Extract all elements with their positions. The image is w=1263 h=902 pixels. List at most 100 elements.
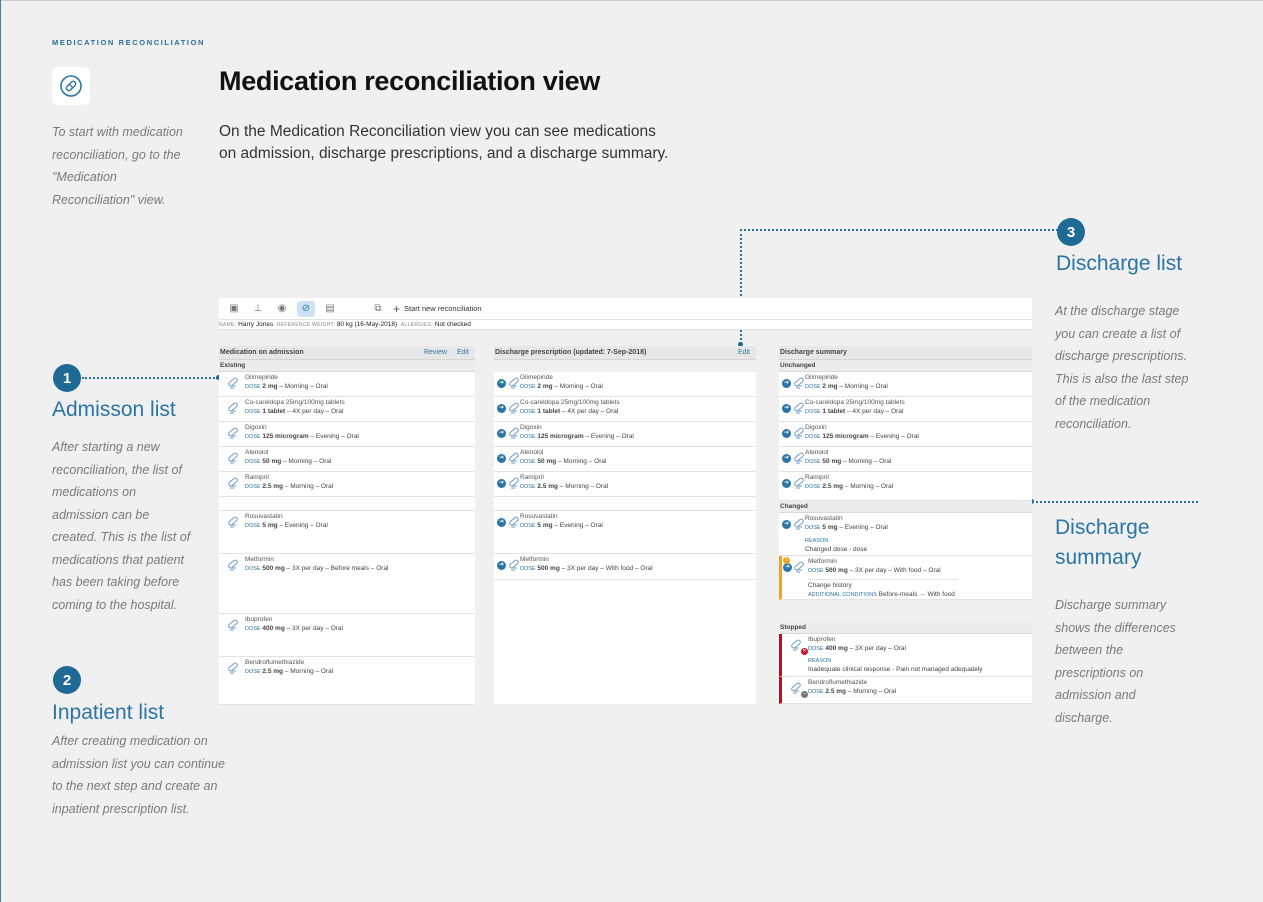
list-item[interactable]: ➜ Digoxin DOSE 125 microgram – Evening – O… [494,422,756,447]
note-line: reconciliation. [1055,416,1132,431]
list-item[interactable]: Bendroflumethiazide DOSE 2.5 mg – Morning… [219,657,475,705]
list-item[interactable]: ➜ Ramipril DOSE 2.5 mg – Morning – Oral [779,472,1032,501]
note-line: created. This is the list of [52,530,191,544]
dose-value: 500 mg [537,564,560,572]
list-item[interactable]: – Bendroflumethiazide DOSE 2.5 mg – Mornin… [779,677,1032,704]
list-item[interactable]: ➜ Rosuvastatin DOSE 5 mg – Evening – Oral R… [779,513,1032,556]
list-item[interactable]: ➜ Digoxin DOSE 125 microgram – Evening – O… [779,422,1032,447]
changed-group: Changed [779,501,1032,513]
list-item[interactable]: ➜ Atenolol DOSE 50 mg – Morning – Oral [494,447,756,472]
med-name: Metformin [245,556,274,563]
change-history[interactable]: Change history [808,579,958,591]
list-item[interactable]: ✕ Ibuprofen DOSE 400 mg – 3X per day – Ora… [779,634,1032,677]
med-name: Rosuvastatin [245,513,283,520]
list-item[interactable]: Glimepiride DOSE 2 mg – Morning – Oral [219,372,475,397]
list-item[interactable]: ➜ Glimepiride DOSE 2 mg – Morning – Oral [779,372,1032,397]
note-line: Reconciliation" view. [52,192,166,207]
dose-detail: – 3X per day – Oral [847,644,906,652]
dose-key: DOSE [245,625,261,632]
dose-value: 400 mg [825,644,848,652]
list-item[interactable]: Digoxin DOSE 125 microgram – Evening – Or… [219,422,475,447]
admission-list: Glimepiride DOSE 2 mg – Morning – Oral Co… [219,372,475,705]
edit-link[interactable]: Edit [457,346,469,359]
med-name: Glimepiride [520,374,553,381]
overview-icon[interactable]: ▣ [225,301,243,317]
document-icon[interactable]: ▤ [321,301,339,317]
dose-key: DOSE [245,483,261,490]
list-item[interactable]: Rosuvastatin DOSE 5 mg – Evening – Oral [219,511,475,554]
connector-line-1 [82,377,218,379]
dose-detail: – Morning – Oral [281,457,332,465]
title-line: Discharge [1055,516,1150,539]
note-line: At the discharge stage [1055,304,1180,318]
list-item[interactable]: Metformin DOSE 500 mg – 3X per day – Befo… [219,554,475,614]
changed-list: ➜ Rosuvastatin DOSE 5 mg – Evening – Oral R… [779,513,1032,600]
list-item[interactable]: Atenolol DOSE 50 mg – Morning – Oral [219,447,475,472]
dose-detail: – Morning – Oral [283,667,334,675]
list-item[interactable]: ➜ Atenolol DOSE 50 mg – Morning – Oral [779,447,1032,472]
dose-key: DOSE [520,483,536,490]
list-item[interactable]: ➜ Metformin DOSE 500 mg – 3X per day – Wit… [494,554,756,580]
dose-key: DOSE [520,522,536,529]
dose-key: DOSE [805,524,821,531]
discharge-summary-title: Discharge summary [1055,513,1150,573]
dose-detail: – Evening – Oral [837,523,888,531]
med-name: Digoxin [245,424,267,431]
paused-icon: – [801,691,808,698]
dose-value: 2.5 mg [262,667,283,675]
dose-value: 500 mg [262,564,285,572]
dose-value: 5 mg [537,521,553,529]
dose-value: 2.5 mg [262,482,283,490]
pill-icon[interactable]: ⊘ [297,300,315,317]
start-new-reconciliation-button[interactable]: + Start new reconciliation [393,302,482,316]
dose-key: DOSE [245,668,261,675]
dose-key: DOSE [245,565,261,572]
note-line: admission and [1055,688,1136,702]
discharge-list-title: Discharge list [1056,252,1183,275]
arrow-right-icon: ➜ [497,454,506,463]
list-item[interactable]: Co-careldopa 25mg/100mg tablets DOSE 1 ta… [219,397,475,422]
note-line: Discharge summary [1055,598,1167,612]
dose-value: 125 microgram [262,432,309,440]
arrow-right-icon: ➜ [782,379,791,388]
note-line: This is also the last step [1055,371,1189,386]
med-name: Ramipril [245,474,269,481]
discharge-column: Discharge prescription (updated: 7-Sep-2… [494,346,756,704]
stopped-icon: ✕ [801,648,808,655]
note-line: shows the differences [1055,620,1176,635]
dose-value: 2 mg [537,382,553,390]
dose-detail: – 4X per day – Oral [285,407,344,415]
list-item[interactable]: ➜ Co-careldopa 25mg/100mg tablets DOSE 1 t… [494,397,756,422]
dose-value: 1 tablet [537,407,561,415]
note-line: of the medication [1055,394,1151,408]
list-item[interactable]: ➜ Rosuvastatin DOSE 5 mg – Evening – Oral [494,511,756,554]
dose-detail: – Morning – Oral [552,382,603,390]
med-name: Bendroflumethiazide [245,659,305,666]
button-label: Start new reconciliation [404,304,482,313]
pill-icon [508,377,520,390]
med-name: Rosuvastatin [520,513,558,520]
list-item[interactable]: ➜ Glimepiride DOSE 2 mg – Morning – Oral [494,372,756,397]
eye-icon[interactable]: ◉ [273,301,291,317]
note-line: to the next step and create an [52,779,218,793]
arrow-right-icon: ➜ [782,479,791,488]
list-item[interactable]: Ramipril DOSE 2.5 mg – Morning – Oral [219,472,475,497]
arrow-right-icon: ➜ [782,454,791,463]
edit-link[interactable]: Edit [738,346,750,359]
intro-line: On the Medication Reconciliation view yo… [219,123,656,140]
discharge-list: ➜ Glimepiride DOSE 2 mg – Morning – Oral ➜… [494,372,756,704]
pill-icon [508,427,520,440]
list-item[interactable]: ➜! Metformin DOSE 500 mg – 3X per day – Wi… [779,556,1032,600]
med-name: Metformin [520,556,549,563]
list-item[interactable]: ➜ Ramipril DOSE 2.5 mg – Morning – Oral [494,472,756,497]
review-link[interactable]: Review [424,346,447,359]
chart-icon[interactable]: ⊥ [249,301,267,317]
list-item[interactable]: Ibuprofen DOSE 400 mg – 3X per day – Oral [219,614,475,657]
note-line: between the [1055,643,1124,657]
note-line: medications that patient [52,552,185,567]
copy-icon[interactable]: ⧉ [369,301,387,317]
list-item[interactable]: ➜ Co-careldopa 25mg/100mg tablets DOSE 1 t… [779,397,1032,422]
med-name: Digoxin [805,424,827,431]
dose-value: 2.5 mg [537,482,558,490]
pill-icon [227,662,239,675]
